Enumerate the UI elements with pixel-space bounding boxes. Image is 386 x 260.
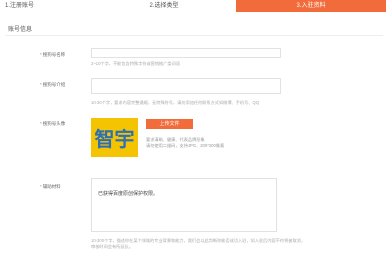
intro-label: *搜狗号介绍 — [40, 82, 65, 88]
required-mark: * — [40, 52, 42, 57]
step-label: 1.注册账号 — [5, 3, 35, 9]
support-hint: 10-300个字，描述你在某个领域的专业背景和能力，我们会以此判断你能否成功入驻… — [91, 238, 306, 249]
upload-file-button[interactable]: 上传文件 — [146, 119, 193, 129]
intro-input[interactable] — [91, 78, 281, 94]
step-profile-info: 3.入驻资料 — [236, 0, 386, 12]
support-label: *辅助材料 — [40, 184, 61, 190]
intro-hint: 10-30个字，要求内容完整通顺，无特殊符号，请勿添加任何联系方式如微博、手机号… — [91, 100, 259, 105]
name-input[interactable] — [91, 48, 281, 58]
name-hint: 2~10个字，不能包含特殊字符或营销推广类词语 — [91, 61, 180, 66]
step-select-type: 2.选择类型 — [92, 0, 237, 12]
name-label-text: 搜狗号名称 — [42, 52, 66, 57]
avatar-label: *搜狗号头像 — [40, 121, 65, 127]
avatar-hint: 要求清晰、健康、代表品牌形象 请勿使用二维码，支持JPG、200*200像素 — [146, 137, 266, 148]
avatar-label-text: 搜狗号头像 — [42, 121, 66, 126]
name-label: *搜狗号名称 — [40, 52, 65, 58]
required-mark: * — [40, 121, 42, 126]
required-mark: * — [40, 184, 42, 189]
step-label: 3.入驻资料 — [296, 3, 326, 9]
support-textarea-value: 已获得百度原创保护权限。 — [98, 191, 159, 197]
avatar-preview: 智宇 — [91, 118, 138, 157]
step-label: 2.选择类型 — [149, 3, 179, 9]
step-register-account: 1.注册账号 — [0, 0, 93, 12]
required-mark: * — [40, 82, 42, 87]
intro-label-text: 搜狗号介绍 — [42, 82, 66, 87]
support-label-text: 辅助材料 — [42, 184, 61, 189]
avatar-logo-text: 智宇 — [94, 127, 135, 151]
avatar-hint-line: 请勿使用二维码，支持JPG、200*200像素 — [146, 142, 225, 148]
support-textarea[interactable]: 已获得百度原创保护权限。 — [91, 178, 277, 232]
section-title: 账号信息 — [8, 27, 33, 33]
section-divider — [5, 35, 383, 36]
step-progress-bar: 1.注册账号 2.选择类型 3.入驻资料 — [0, 0, 386, 12]
